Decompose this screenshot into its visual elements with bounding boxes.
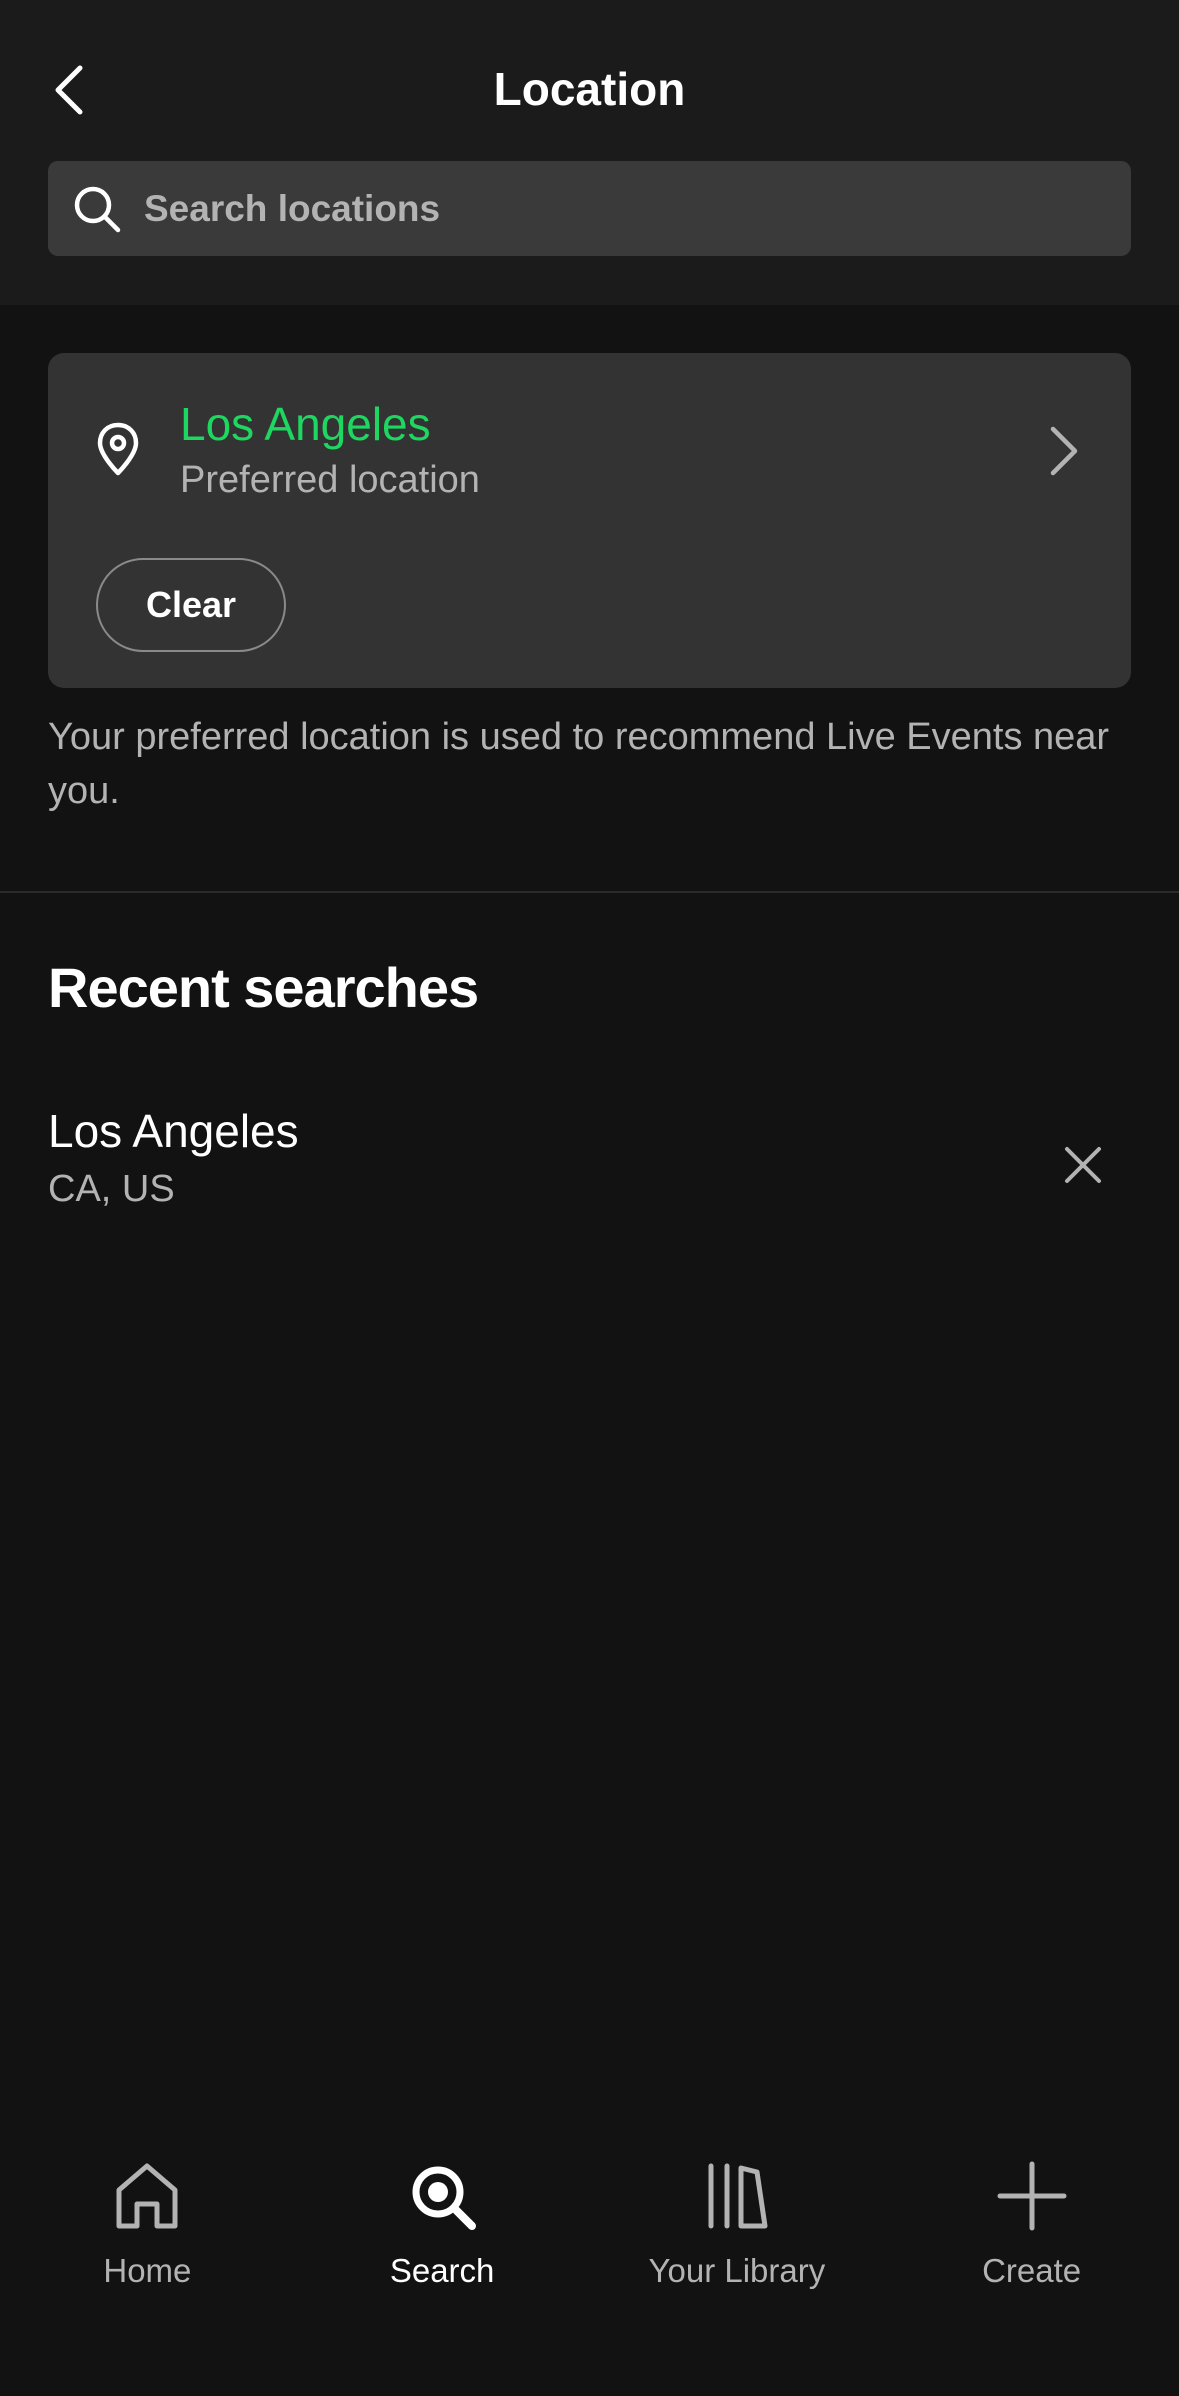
location-screen: Location Los Angeles Preferred location …: [0, 0, 1179, 2396]
header: Location: [0, 0, 1179, 305]
recent-search-subtitle: CA, US: [48, 1168, 175, 1210]
preferred-location-row[interactable]: Los Angeles Preferred location: [48, 353, 1131, 523]
chevron-right-icon: [1050, 426, 1078, 476]
plus-icon: [997, 2161, 1067, 2231]
close-icon: [1065, 1147, 1101, 1183]
remove-recent-button[interactable]: [1050, 1132, 1116, 1198]
search-icon: [412, 2166, 477, 2230]
nav-create[interactable]: Create: [884, 2120, 1179, 2320]
library-icon: [708, 2163, 768, 2229]
divider: [0, 891, 1179, 893]
nav-label-library: Your Library: [648, 2252, 826, 2289]
nav-label-home: Home: [103, 2252, 192, 2289]
nav-label-create: Create: [982, 2252, 1082, 2289]
preferred-location-name: Los Angeles: [180, 398, 431, 450]
clear-button[interactable]: Clear: [96, 558, 286, 652]
info-text: Your preferred location is used to recom…: [48, 716, 1110, 812]
recent-searches-title: Recent searches: [48, 956, 479, 1019]
bottom-nav: Home Search Your Library Create: [0, 2120, 1179, 2396]
location-pin-icon: [97, 422, 139, 476]
nav-home[interactable]: Home: [0, 2120, 295, 2320]
preferred-location-card: Los Angeles Preferred location Clear: [48, 353, 1131, 688]
home-icon: [116, 2163, 178, 2229]
preferred-location-label: Preferred location: [180, 459, 480, 501]
page-title: Location: [493, 63, 686, 115]
search-input[interactable]: [144, 187, 1044, 230]
nav-search[interactable]: Search: [295, 2120, 590, 2320]
nav-library[interactable]: Your Library: [590, 2120, 885, 2320]
recent-search-item[interactable]: Los Angeles CA, US: [0, 1090, 1179, 1240]
nav-label-search: Search: [389, 2252, 495, 2289]
search-icon: [74, 186, 121, 232]
search-bar[interactable]: [48, 161, 1131, 256]
recent-search-name: Los Angeles: [48, 1105, 299, 1157]
